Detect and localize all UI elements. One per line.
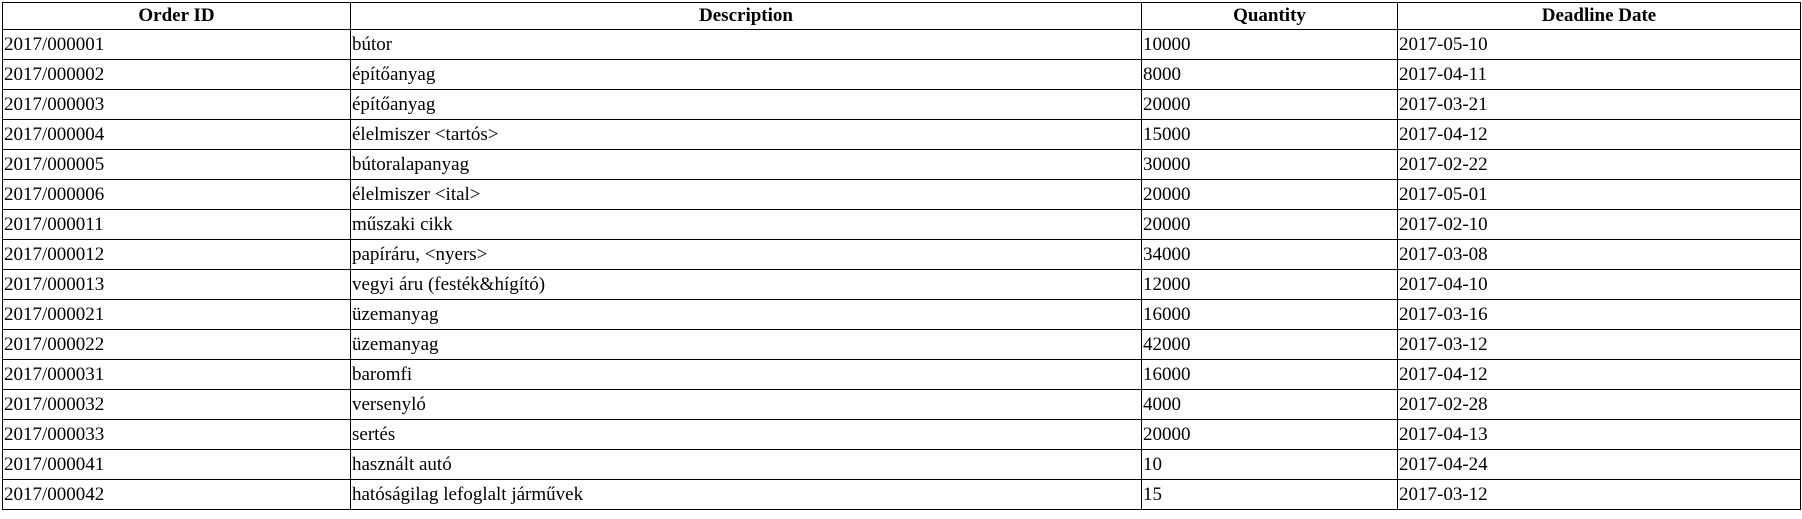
- orders-table-body: 2017/000001 bútor 10000 2017-05-10 2017/0000…: [2, 29, 1801, 510]
- cell-quantity: 8000: [1141, 59, 1398, 90]
- table-row: 2017/000033 sertés 20000 2017-04-13: [2, 419, 1801, 450]
- cell-deadline-date: 2017-04-10: [1397, 269, 1801, 300]
- table-row: 2017/000032 versenyló 4000 2017-02-28: [2, 389, 1801, 420]
- cell-description: versenyló: [350, 389, 1142, 420]
- cell-description: hatóságilag lefoglalt járművek: [350, 479, 1142, 510]
- table-row: 2017/000011 műszaki cikk 20000 2017-02-10: [2, 209, 1801, 240]
- cell-quantity: 12000: [1141, 269, 1398, 300]
- header-deadline-date: Deadline Date: [1397, 2, 1801, 30]
- cell-deadline-date: 2017-04-12: [1397, 359, 1801, 390]
- cell-quantity: 10000: [1141, 29, 1398, 60]
- orders-table-header: Order ID Description Quantity Deadline D…: [2, 2, 1801, 30]
- cell-description: építőanyag: [350, 59, 1142, 90]
- table-row: 2017/000031 baromfi 16000 2017-04-12: [2, 359, 1801, 390]
- cell-deadline-date: 2017-04-24: [1397, 449, 1801, 480]
- cell-order-id: 2017/000013: [2, 269, 351, 300]
- table-row: 2017/000003 építőanyag 20000 2017-03-21: [2, 89, 1801, 120]
- table-row: 2017/000002 építőanyag 8000 2017-04-11: [2, 59, 1801, 90]
- cell-deadline-date: 2017-03-12: [1397, 479, 1801, 510]
- table-row: 2017/000042 hatóságilag lefoglalt járműve…: [2, 479, 1801, 510]
- cell-order-id: 2017/000005: [2, 149, 351, 180]
- cell-order-id: 2017/000004: [2, 119, 351, 150]
- cell-quantity: 15000: [1141, 119, 1398, 150]
- cell-description: üzemanyag: [350, 299, 1142, 330]
- cell-quantity: 10: [1141, 449, 1398, 480]
- cell-deadline-date: 2017-04-11: [1397, 59, 1801, 90]
- cell-deadline-date: 2017-03-08: [1397, 239, 1801, 270]
- cell-deadline-date: 2017-03-12: [1397, 329, 1801, 360]
- cell-deadline-date: 2017-02-10: [1397, 209, 1801, 240]
- cell-quantity: 20000: [1141, 419, 1398, 450]
- table-row: 2017/000004 élelmiszer <tartós> 15000 2017-…: [2, 119, 1801, 150]
- cell-quantity: 4000: [1141, 389, 1398, 420]
- cell-quantity: 16000: [1141, 359, 1398, 390]
- cell-order-id: 2017/000042: [2, 479, 351, 510]
- cell-deadline-date: 2017-04-12: [1397, 119, 1801, 150]
- cell-description: sertés: [350, 419, 1142, 450]
- cell-deadline-date: 2017-05-10: [1397, 29, 1801, 60]
- cell-order-id: 2017/000031: [2, 359, 351, 390]
- cell-description: bútoralapanyag: [350, 149, 1142, 180]
- cell-order-id: 2017/000033: [2, 419, 351, 450]
- cell-order-id: 2017/000002: [2, 59, 351, 90]
- cell-description: üzemanyag: [350, 329, 1142, 360]
- table-row: 2017/000041 használt autó 10 2017-04-24: [2, 449, 1801, 480]
- table-row: 2017/000021 üzemanyag 16000 2017-03-16: [2, 299, 1801, 330]
- cell-deadline-date: 2017-03-21: [1397, 89, 1801, 120]
- table-row: 2017/000001 bútor 10000 2017-05-10: [2, 29, 1801, 60]
- cell-order-id: 2017/000022: [2, 329, 351, 360]
- cell-deadline-date: 2017-02-28: [1397, 389, 1801, 420]
- cell-order-id: 2017/000021: [2, 299, 351, 330]
- cell-description: élelmiszer <tartós>: [350, 119, 1142, 150]
- cell-quantity: 15: [1141, 479, 1398, 510]
- cell-order-id: 2017/000041: [2, 449, 351, 480]
- orders-table: Order ID Description Quantity Deadline D…: [2, 2, 1801, 510]
- header-quantity: Quantity: [1141, 2, 1398, 30]
- cell-description: papíráru, <nyers>: [350, 239, 1142, 270]
- cell-order-id: 2017/000032: [2, 389, 351, 420]
- table-row: 2017/000013 vegyi áru (festék&hígító) 1200…: [2, 269, 1801, 300]
- cell-description: építőanyag: [350, 89, 1142, 120]
- table-row: 2017/000012 papíráru, <nyers> 34000 2017-03…: [2, 239, 1801, 270]
- orders-table-container: Order ID Description Quantity Deadline D…: [0, 0, 1802, 510]
- header-row: Order ID Description Quantity Deadline D…: [2, 2, 1801, 30]
- cell-description: vegyi áru (festék&hígító): [350, 269, 1142, 300]
- cell-order-id: 2017/000012: [2, 239, 351, 270]
- cell-quantity: 20000: [1141, 209, 1398, 240]
- cell-quantity: 34000: [1141, 239, 1398, 270]
- cell-deadline-date: 2017-02-22: [1397, 149, 1801, 180]
- cell-quantity: 30000: [1141, 149, 1398, 180]
- cell-deadline-date: 2017-03-16: [1397, 299, 1801, 330]
- header-order-id: Order ID: [2, 2, 351, 30]
- cell-description: bútor: [350, 29, 1142, 60]
- cell-deadline-date: 2017-05-01: [1397, 179, 1801, 210]
- table-row: 2017/000005 bútoralapanyag 30000 2017-02-22: [2, 149, 1801, 180]
- cell-deadline-date: 2017-04-13: [1397, 419, 1801, 450]
- cell-quantity: 42000: [1141, 329, 1398, 360]
- header-description: Description: [350, 2, 1142, 30]
- cell-order-id: 2017/000006: [2, 179, 351, 210]
- table-row: 2017/000022 üzemanyag 42000 2017-03-12: [2, 329, 1801, 360]
- cell-order-id: 2017/000011: [2, 209, 351, 240]
- table-row: 2017/000006 élelmiszer <ital> 20000 2017-05…: [2, 179, 1801, 210]
- cell-order-id: 2017/000001: [2, 29, 351, 60]
- cell-description: használt autó: [350, 449, 1142, 480]
- cell-quantity: 20000: [1141, 89, 1398, 120]
- cell-description: élelmiszer <ital>: [350, 179, 1142, 210]
- cell-order-id: 2017/000003: [2, 89, 351, 120]
- cell-quantity: 20000: [1141, 179, 1398, 210]
- cell-description: baromfi: [350, 359, 1142, 390]
- cell-quantity: 16000: [1141, 299, 1398, 330]
- cell-description: műszaki cikk: [350, 209, 1142, 240]
